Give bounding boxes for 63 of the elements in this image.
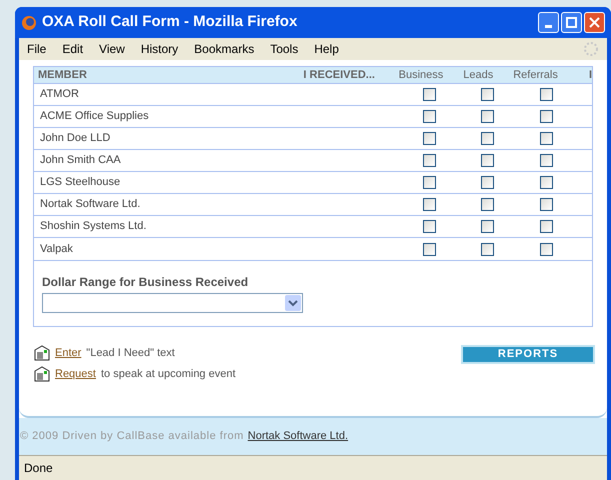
- member-name: Nortak Software Ltd.: [39, 197, 142, 212]
- member-name: Valpak: [39, 242, 74, 257]
- footer-link[interactable]: Nortak Software Ltd.: [248, 428, 348, 445]
- checkbox[interactable]: [422, 154, 436, 167]
- menu-item[interactable]: Tools: [270, 40, 298, 58]
- checkbox[interactable]: [422, 132, 436, 145]
- checkbox[interactable]: [540, 198, 552, 211]
- menu-item[interactable]: History: [140, 40, 178, 58]
- maximize-icon: [566, 17, 577, 28]
- minimize-icon: [545, 25, 552, 28]
- checkbox[interactable]: [422, 88, 436, 101]
- column-header: Referrals: [512, 68, 559, 83]
- column-header: I RECEIVED...: [303, 68, 376, 83]
- checkbox[interactable]: [422, 220, 436, 233]
- close-button[interactable]: [584, 12, 605, 33]
- menu-item[interactable]: File: [27, 40, 46, 58]
- checkbox[interactable]: [481, 242, 494, 256]
- window-title: OXA Roll Call Form - Mozilla Firefox: [42, 12, 298, 32]
- member-name: John Doe LLD: [39, 131, 112, 146]
- close-icon: [589, 17, 600, 28]
- maximize-button[interactable]: [561, 12, 582, 33]
- menu-item[interactable]: View: [99, 40, 125, 58]
- link-description: to speak at upcoming event: [100, 366, 236, 382]
- checkbox[interactable]: [422, 242, 436, 256]
- member-name: LGS Steelhouse: [39, 175, 122, 190]
- checkbox[interactable]: [481, 110, 494, 123]
- checkbox[interactable]: [422, 198, 436, 211]
- checkbox[interactable]: [481, 154, 494, 167]
- checkbox[interactable]: [540, 154, 552, 167]
- checkbox[interactable]: [540, 132, 552, 145]
- checkbox[interactable]: [540, 176, 552, 189]
- member-name: John Smith CAA: [39, 153, 122, 168]
- checkbox[interactable]: [481, 176, 494, 189]
- link-description: "Lead I Need" text: [86, 346, 175, 361]
- footer-text: © 2009 Driven by CallBase available from: [20, 429, 244, 444]
- action-link[interactable]: Request: [55, 366, 96, 382]
- action-link[interactable]: Enter: [55, 345, 82, 362]
- column-header: Business: [398, 68, 444, 83]
- column-header: MEMBER: [37, 68, 88, 83]
- menu-item[interactable]: Help: [314, 40, 339, 58]
- checkbox[interactable]: [481, 198, 494, 211]
- checkbox[interactable]: [481, 132, 494, 145]
- status-text: Done: [24, 460, 53, 477]
- browser-logo-icon: [21, 14, 37, 30]
- menu-item[interactable]: Edit: [62, 40, 84, 58]
- minimize-button[interactable]: [538, 12, 559, 33]
- dollar-range-select[interactable]: [42, 293, 303, 313]
- menu-item[interactable]: Bookmarks: [194, 40, 254, 58]
- member-name: ATMOR: [39, 87, 80, 102]
- checkbox[interactable]: [540, 110, 552, 123]
- checkbox[interactable]: [540, 242, 552, 256]
- member-name: ACME Office Supplies: [39, 109, 150, 124]
- checkbox[interactable]: [422, 110, 436, 123]
- throbber-icon: [583, 41, 599, 57]
- column-header: Leads: [462, 68, 494, 83]
- checkbox[interactable]: [540, 88, 552, 101]
- column-header: I: [588, 68, 592, 83]
- checkbox[interactable]: [540, 220, 552, 233]
- checkbox[interactable]: [422, 176, 436, 189]
- member-name: Shoshin Systems Ltd.: [39, 219, 148, 234]
- checkbox[interactable]: [481, 220, 494, 233]
- dollar-range-label: Dollar Range for Business Received: [42, 274, 250, 291]
- checkbox[interactable]: [481, 88, 494, 101]
